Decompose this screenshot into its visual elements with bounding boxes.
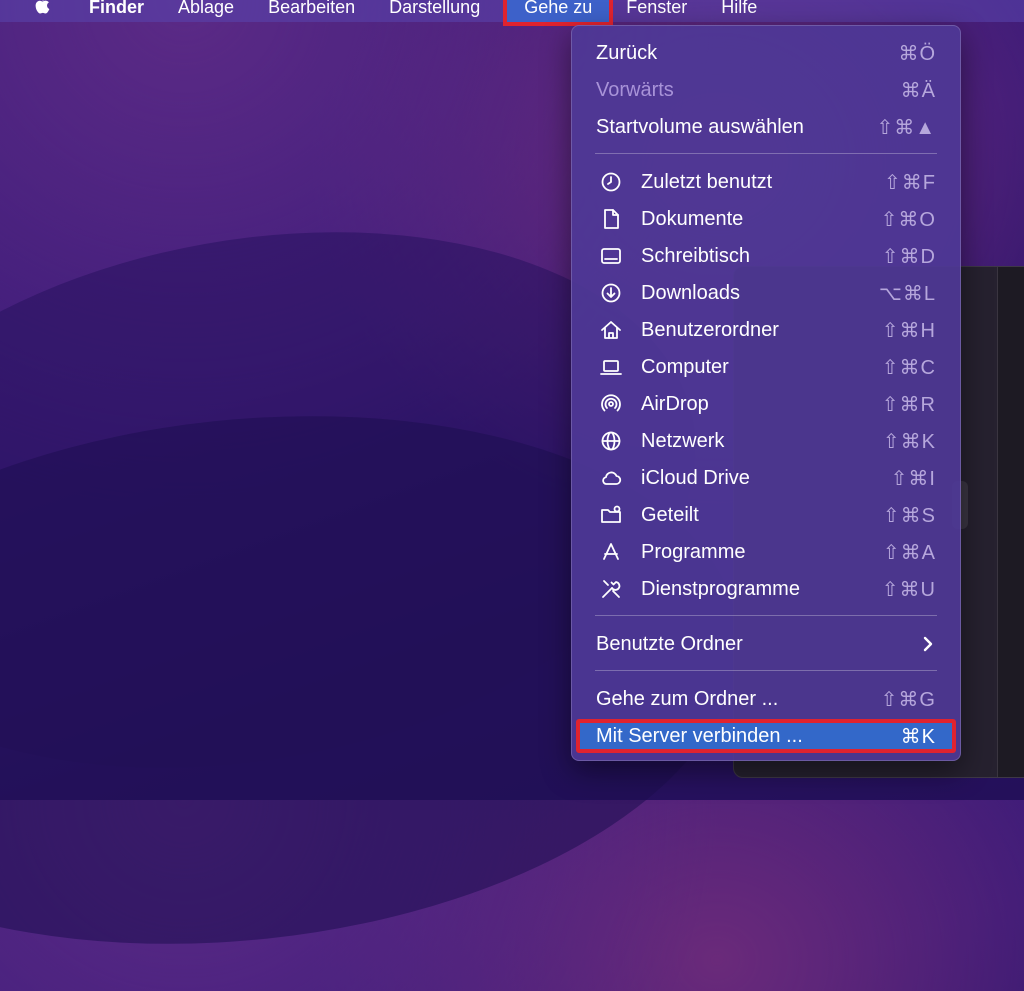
menu-item-shortcut: ⌘K <box>900 725 936 748</box>
menu-separator <box>595 153 937 154</box>
home-icon <box>599 318 623 342</box>
menu-item-computer[interactable]: Computer ⇧⌘C <box>572 352 960 382</box>
cloud-icon <box>599 466 623 490</box>
clock-icon <box>599 170 623 194</box>
menu-item-label: AirDrop <box>641 392 709 415</box>
menu-item-shortcut: ⇧⌘S <box>882 504 936 527</box>
menu-item-programme[interactable]: Programme ⇧⌘A <box>572 537 960 567</box>
download-icon <box>599 281 623 305</box>
menu-item-zurueck[interactable]: Zurück ⌘Ö <box>572 38 960 68</box>
menu-item-icloud-drive[interactable]: iCloud Drive ⇧⌘I <box>572 463 960 493</box>
menu-item-geteilt[interactable]: Geteilt ⇧⌘S <box>572 500 960 530</box>
chevron-right-icon <box>920 633 936 655</box>
menu-item-zuletzt-benutzt[interactable]: Zuletzt benutzt ⇧⌘F <box>572 167 960 197</box>
menu-item-benutzte-ordner[interactable]: Benutzte Ordner <box>572 629 960 659</box>
menu-item-shortcut: ⌘Ö <box>898 42 936 65</box>
menu-item-label: Zuletzt benutzt <box>641 170 773 193</box>
menu-item-shortcut: ⇧⌘D <box>881 245 936 268</box>
menu-item-shortcut: ⇧⌘G <box>880 688 936 711</box>
menu-item-startvolume[interactable]: Startvolume auswählen ⇧⌘▲ <box>572 112 960 142</box>
menu-item-schreibtisch[interactable]: Schreibtisch ⇧⌘D <box>572 241 960 271</box>
menu-item-shortcut: ⇧⌘F <box>884 171 936 194</box>
menu-item-airdrop[interactable]: AirDrop ⇧⌘R <box>572 389 960 419</box>
menu-item-shortcut: ⌘Ä <box>900 79 936 102</box>
apple-menu[interactable] <box>0 0 72 22</box>
menu-item-shortcut: ⇧⌘I <box>890 467 936 490</box>
menu-separator <box>595 670 937 671</box>
menu-item-shortcut: ⇧⌘▲ <box>876 116 936 139</box>
globe-icon <box>599 429 623 453</box>
gehe-zu-menu: Zurück ⌘Ö Vorwärts ⌘Ä Startvolume auswäh… <box>571 25 961 761</box>
menu-item-label: Dokumente <box>641 207 744 230</box>
menu-separator <box>595 615 937 616</box>
menubar-darstellung[interactable]: Darstellung <box>372 0 497 22</box>
airdrop-icon <box>599 392 623 416</box>
menu-item-shortcut: ⇧⌘K <box>882 430 936 453</box>
menu-item-label: Startvolume auswählen <box>596 115 804 138</box>
laptop-icon <box>599 355 623 379</box>
menubar-gehe-zu[interactable]: Gehe zu <box>503 0 614 26</box>
shared-folder-icon <box>599 503 623 527</box>
menu-item-label: Programme <box>641 540 746 563</box>
desktop-icon <box>599 244 623 268</box>
menu-item-benutzerordner[interactable]: Benutzerordner ⇧⌘H <box>572 315 960 345</box>
menubar-ablage[interactable]: Ablage <box>161 0 251 22</box>
menu-item-label: Dienstprogramme <box>641 577 800 600</box>
menu-item-label: Downloads <box>641 281 740 304</box>
menu-item-shortcut: ⇧⌘H <box>881 319 936 342</box>
menubar-finder[interactable]: Finder <box>72 0 161 22</box>
menu-item-label: iCloud Drive <box>641 466 750 489</box>
menu-item-vorwaerts: Vorwärts ⌘Ä <box>572 75 960 105</box>
menu-item-downloads[interactable]: Downloads ⌥⌘L <box>572 278 960 308</box>
menu-item-label: Benutzerordner <box>641 318 779 341</box>
menu-item-label: Geteilt <box>641 503 699 526</box>
background-window-sidebar <box>997 267 1024 777</box>
menu-item-gehe-zum-ordner[interactable]: Gehe zum Ordner ... ⇧⌘G <box>572 684 960 714</box>
menu-item-shortcut: ⇧⌘U <box>881 578 936 601</box>
menu-item-shortcut: ⇧⌘A <box>882 541 936 564</box>
menubar-bearbeiten[interactable]: Bearbeiten <box>251 0 372 22</box>
menu-item-label: Benutzte Ordner <box>596 632 743 655</box>
menu-item-label: Netzwerk <box>641 429 725 452</box>
menu-item-shortcut: ⇧⌘O <box>880 208 936 231</box>
menu-item-label: Computer <box>641 355 729 378</box>
apps-icon <box>599 540 623 564</box>
menu-item-shortcut: ⇧⌘R <box>881 393 936 416</box>
document-icon <box>599 207 623 231</box>
tools-icon <box>599 577 623 601</box>
menu-bar: Finder Ablage Bearbeiten Darstellung Geh… <box>0 0 1024 26</box>
menu-item-label: Schreibtisch <box>641 244 750 267</box>
menubar-fenster[interactable]: Fenster <box>609 0 704 22</box>
menu-item-netzwerk[interactable]: Netzwerk ⇧⌘K <box>572 426 960 456</box>
menu-item-label: Vorwärts <box>596 78 674 101</box>
menu-item-shortcut: ⇧⌘C <box>881 356 936 379</box>
menu-item-shortcut: ⌥⌘L <box>878 282 936 305</box>
menu-item-label: Gehe zum Ordner ... <box>596 687 779 710</box>
menubar-hilfe[interactable]: Hilfe <box>704 0 774 22</box>
menu-item-label: Zurück <box>596 41 658 64</box>
menu-item-mit-server-verbinden[interactable]: Mit Server verbinden ... ⌘K <box>572 721 960 751</box>
menu-item-dienstprogramme[interactable]: Dienstprogramme ⇧⌘U <box>572 574 960 604</box>
apple-icon <box>35 0 50 14</box>
menu-item-label: Mit Server verbinden ... <box>596 724 803 747</box>
menu-item-dokumente[interactable]: Dokumente ⇧⌘O <box>572 204 960 234</box>
